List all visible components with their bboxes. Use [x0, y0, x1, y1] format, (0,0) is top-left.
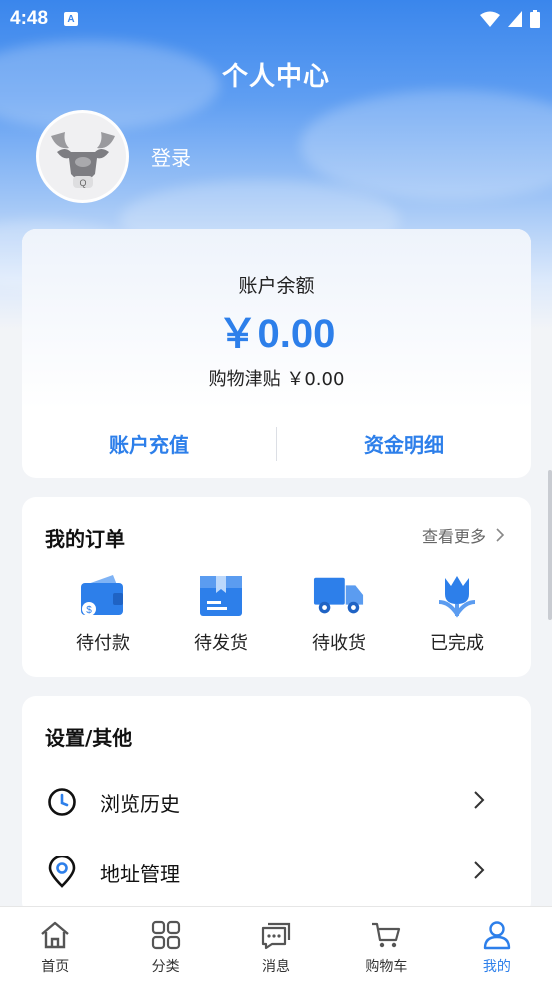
- page-title: 个人中心: [221, 62, 330, 92]
- signal-icon: [508, 11, 522, 27]
- login-link[interactable]: 登录: [151, 142, 191, 171]
- settings-title: 设置/其他: [45, 726, 133, 750]
- order-pending-payment[interactable]: $ 待付款: [44, 573, 162, 655]
- view-more-label: 查看更多: [421, 527, 486, 546]
- tab-home[interactable]: 首页: [0, 907, 110, 983]
- user-icon: [483, 921, 511, 950]
- tab-label: 消息: [262, 959, 291, 975]
- svg-text:$: $: [86, 605, 92, 616]
- balance-actions: 账户充值 资金明细: [22, 409, 531, 478]
- balance-label: 账户余额: [238, 275, 315, 297]
- wifi-icon: [480, 11, 500, 27]
- cart-icon: [372, 922, 401, 948]
- tab-label: 分类: [151, 959, 180, 975]
- clock-icon: [48, 788, 76, 816]
- settings-item-browsing-history[interactable]: 浏览历史: [22, 772, 531, 832]
- tab-label: 首页: [41, 959, 70, 975]
- flower-icon: [438, 576, 476, 618]
- status-time: 4:48: [10, 8, 49, 29]
- order-status-label: 待发货: [194, 633, 248, 654]
- balance-value: ￥0.00: [217, 312, 336, 356]
- order-status-list: $ 待付款 待发货 待收货 已完成: [22, 573, 531, 655]
- battery-icon: [530, 10, 540, 28]
- tab-category[interactable]: 分类: [110, 907, 220, 983]
- orders-title: 我的订单: [45, 527, 125, 551]
- tab-cart[interactable]: 购物车: [331, 907, 441, 983]
- order-pending-receipt[interactable]: 待收货: [280, 573, 398, 655]
- tab-label: 我的: [482, 959, 511, 975]
- wallet-icon: $: [81, 575, 123, 616]
- notification-badge: A: [64, 12, 79, 26]
- avatar[interactable]: Q: [36, 110, 129, 203]
- settings-item-label: 地址管理: [100, 861, 180, 886]
- orders-card: 我的订单 查看更多 $ 待付款 待发货 待收货 已完成: [22, 497, 531, 677]
- chevron-right-icon: [474, 791, 485, 809]
- order-status-label: 待收货: [312, 633, 366, 654]
- tab-messages[interactable]: 消息: [221, 907, 331, 983]
- balance-card: 账户余额 ￥0.00 购物津贴 ￥0.00 账户充值 资金明细: [22, 229, 531, 478]
- svg-text:Q: Q: [79, 178, 86, 188]
- package-icon: [200, 576, 242, 616]
- scrollbar[interactable]: [548, 470, 552, 620]
- grid-icon: [151, 920, 180, 950]
- chevron-right-icon: [474, 861, 485, 879]
- view-more-link[interactable]: 查看更多: [422, 523, 505, 547]
- bottom-tab-bar: 首页 分类 消息 购物车 我的: [0, 906, 552, 983]
- settings-card: 设置/其他 浏览历史 地址管理: [22, 696, 531, 916]
- tab-mine[interactable]: 我的: [442, 907, 552, 983]
- chevron-right-icon: [496, 528, 505, 542]
- order-completed[interactable]: 已完成: [398, 573, 516, 655]
- settings-item-address-management[interactable]: 地址管理: [22, 842, 531, 902]
- balance-summary: 账户余额 ￥0.00 购物津贴 ￥0.00: [22, 229, 531, 409]
- home-icon: [41, 921, 69, 949]
- recharge-button[interactable]: 账户充值: [22, 429, 276, 458]
- status-bar: 4:48 A: [0, 0, 552, 38]
- order-status-label: 已完成: [430, 633, 484, 654]
- bull-logo-icon: Q: [50, 131, 115, 188]
- truck-icon: [313, 577, 364, 614]
- fund-details-button[interactable]: 资金明细: [277, 429, 531, 458]
- chat-icon: [261, 922, 291, 950]
- settings-item-label: 浏览历史: [100, 791, 180, 816]
- shopping-subsidy: 购物津贴 ￥0.00: [208, 369, 345, 390]
- location-pin-icon: [48, 856, 76, 888]
- order-status-label: 待付款: [76, 633, 130, 654]
- tab-label: 购物车: [365, 959, 408, 975]
- order-pending-shipment[interactable]: 待发货: [162, 573, 280, 655]
